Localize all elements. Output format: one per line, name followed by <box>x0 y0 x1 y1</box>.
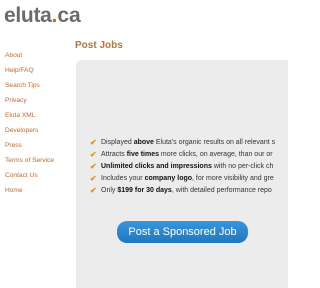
sidebar-item-eluta-xml[interactable]: Eluta XML <box>5 110 69 125</box>
checkmark-icon: ✔ <box>90 161 97 171</box>
feature-text: Only $199 for 30 days, with detailed per… <box>101 187 272 194</box>
sidebar-item-privacy[interactable]: Privacy <box>5 95 69 110</box>
sidebar-item-terms-of-service[interactable]: Terms of Service <box>5 155 69 170</box>
feature-item: ✔ Displayed above Eluta's organic result… <box>90 136 288 148</box>
feature-text-bold: Unlimited clicks and impressions <box>101 162 212 170</box>
eluta-logo[interactable]: eluta. ca <box>4 4 81 28</box>
sidebar-item-about[interactable]: About <box>5 50 69 65</box>
feature-text-bold: $199 for 30 days <box>117 186 172 194</box>
sidebar-nav: About Help/FAQ Search Tips Privacy Eluta… <box>5 50 69 200</box>
feature-text-post: , with detailed performance repo <box>171 186 272 194</box>
feature-text-post: more clicks, on average, than our or <box>158 150 273 158</box>
feature-text: Attracts five times more clicks, on aver… <box>101 151 273 158</box>
sidebar-item-help-faq[interactable]: Help/FAQ <box>5 65 69 80</box>
feature-text: Unlimited clicks and impressions with no… <box>101 163 273 170</box>
sidebar-item-developers[interactable]: Developers <box>5 125 69 140</box>
feature-text-bold: above <box>133 138 154 146</box>
checkmark-icon: ✔ <box>90 149 97 159</box>
checkmark-icon: ✔ <box>90 185 97 195</box>
post-sponsored-job-button[interactable]: Post a Sponsored Job <box>117 221 248 243</box>
feature-text-pre: Only <box>101 186 118 194</box>
sidebar-item-contact-us[interactable]: Contact Us <box>5 170 69 185</box>
feature-text-bold: five times <box>126 150 159 158</box>
feature-item: ✔ Only $199 for 30 days, with detailed p… <box>90 184 288 196</box>
feature-item: ✔ Includes your company logo, for more v… <box>90 172 288 184</box>
logo-text-tld: ca <box>57 4 81 27</box>
checkmark-icon: ✔ <box>90 173 97 183</box>
sidebar-item-press[interactable]: Press <box>5 140 69 155</box>
sponsored-job-panel: ✔ Displayed above Eluta's organic result… <box>76 60 288 288</box>
feature-item: ✔ Attracts five times more clicks, on av… <box>90 148 288 160</box>
checkmark-icon: ✔ <box>90 137 97 147</box>
feature-text: Includes your company logo, for more vis… <box>101 175 274 182</box>
feature-text-post: , for more visibility and gre <box>192 174 274 182</box>
sidebar-item-home[interactable]: Home <box>5 185 69 200</box>
feature-text-pre: Includes your <box>101 174 145 182</box>
feature-text-pre: Displayed <box>101 138 134 146</box>
sidebar-item-search-tips[interactable]: Search Tips <box>5 80 69 95</box>
feature-list: ✔ Displayed above Eluta's organic result… <box>90 136 288 196</box>
feature-text-bold: company logo <box>144 174 193 182</box>
feature-text-post: with no per-click ch <box>211 162 274 170</box>
feature-text: Displayed above Eluta's organic results … <box>101 139 275 146</box>
page-title: Post Jobs <box>75 40 123 51</box>
feature-text-pre: Attracts <box>101 150 127 158</box>
logo-text-main: eluta <box>4 4 52 27</box>
feature-item: ✔ Unlimited clicks and impressions with … <box>90 160 288 172</box>
feature-text-post: Eluta's organic results on all relevant … <box>153 138 276 146</box>
page: eluta. ca About Help/FAQ Search Tips Priv… <box>0 0 288 288</box>
